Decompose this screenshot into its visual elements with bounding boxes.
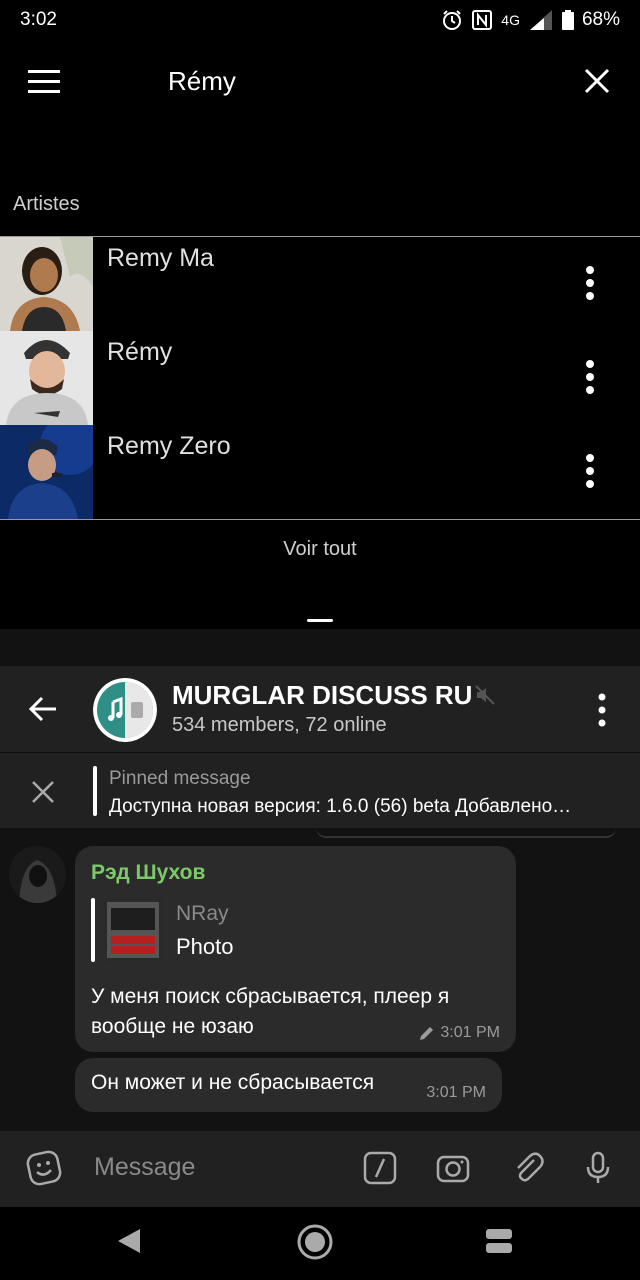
status-time: 3:02 xyxy=(20,9,57,30)
camera-icon[interactable] xyxy=(435,1150,471,1186)
microphone-icon[interactable] xyxy=(580,1150,616,1186)
message-meta: 3:01 PM xyxy=(419,1024,500,1042)
artist-thumbnail xyxy=(0,331,93,425)
edited-pencil-icon xyxy=(420,1026,434,1040)
message-bubble[interactable]: Рэд Шухов NRay Photo У меня поиск сбрасы… xyxy=(75,846,516,1052)
artist-name: Remy Zero xyxy=(107,432,231,460)
message-time: 3:01 PM xyxy=(426,1084,486,1101)
bot-commands-icon[interactable] xyxy=(362,1150,398,1186)
artist-name: Rémy xyxy=(107,338,173,366)
system-nav-bar xyxy=(0,1207,640,1280)
drag-handle[interactable] xyxy=(307,619,333,622)
artist-row[interactable]: Remy Zero xyxy=(0,425,640,519)
search-query-title[interactable]: Rémy xyxy=(168,66,236,97)
alarm-icon xyxy=(443,10,462,30)
status-icons: 4G 68% xyxy=(441,9,620,31)
close-icon[interactable] xyxy=(582,66,612,96)
reply-text: Photo xyxy=(176,934,234,959)
more-options-icon[interactable] xyxy=(580,265,600,301)
status-bar: 3:02 4G 68% xyxy=(0,0,640,40)
muted-icon xyxy=(475,685,495,705)
pinned-label: Pinned message xyxy=(109,768,251,789)
music-search-header: Rémy xyxy=(0,52,640,112)
artist-row[interactable]: Remy Ma xyxy=(0,237,640,331)
signal-icon xyxy=(529,10,552,30)
reply-author: NRay xyxy=(176,902,229,925)
artist-list: Remy Ma Rémy Remy Zero xyxy=(0,236,640,520)
pinned-text: Доступна новая версия: 1.6.0 (56) beta Д… xyxy=(109,796,572,817)
nav-back-icon[interactable] xyxy=(116,1227,142,1255)
artist-thumbnail xyxy=(0,237,93,331)
artist-name: Remy Ma xyxy=(107,244,214,272)
message-time: 3:01 PM xyxy=(440,1024,500,1041)
more-options-icon[interactable] xyxy=(580,453,600,489)
previous-message-edge xyxy=(316,828,616,838)
close-pinned-icon[interactable] xyxy=(30,779,56,805)
network-label: 4G xyxy=(501,12,520,28)
nfc-icon xyxy=(472,10,493,30)
artists-section-label: Artistes xyxy=(13,193,80,215)
group-name[interactable]: MURGLAR DISCUSS RU xyxy=(172,680,472,711)
battery-label: 68% xyxy=(581,9,620,30)
artist-row[interactable]: Rémy xyxy=(0,331,640,425)
pinned-message-bar[interactable]: Pinned message Доступна новая версия: 1.… xyxy=(0,752,640,828)
back-arrow-icon[interactable] xyxy=(28,695,58,723)
sticker-icon[interactable] xyxy=(26,1150,62,1186)
avatar[interactable] xyxy=(9,846,66,903)
see-all-link[interactable]: Voir tout xyxy=(0,538,640,561)
message-bubble[interactable]: Он может и не сбрасывается 3:01 PM xyxy=(75,1058,502,1112)
reply-accent-bar xyxy=(91,898,95,962)
artist-thumbnail xyxy=(0,425,93,519)
reply-photo-thumbnail[interactable] xyxy=(103,898,163,962)
message-input-bar: Message xyxy=(0,1131,640,1207)
pinned-accent-bar xyxy=(93,766,97,816)
message-text: Он может и не сбрасывается xyxy=(91,1071,375,1094)
more-options-icon[interactable] xyxy=(592,692,612,728)
nav-recents-icon[interactable] xyxy=(485,1227,513,1255)
message-input[interactable]: Message xyxy=(94,1153,195,1182)
more-options-icon[interactable] xyxy=(580,359,600,395)
message-sender[interactable]: Рэд Шухов xyxy=(91,861,205,885)
chat-header: MURGLAR DISCUSS RU 534 members, 72 onlin… xyxy=(0,666,640,752)
attach-icon[interactable] xyxy=(510,1150,546,1186)
group-avatar[interactable] xyxy=(93,678,157,742)
nav-home-icon[interactable] xyxy=(296,1223,334,1261)
battery-icon xyxy=(561,10,574,30)
menu-icon[interactable] xyxy=(28,68,60,96)
group-member-count: 534 members, 72 online xyxy=(172,714,387,736)
